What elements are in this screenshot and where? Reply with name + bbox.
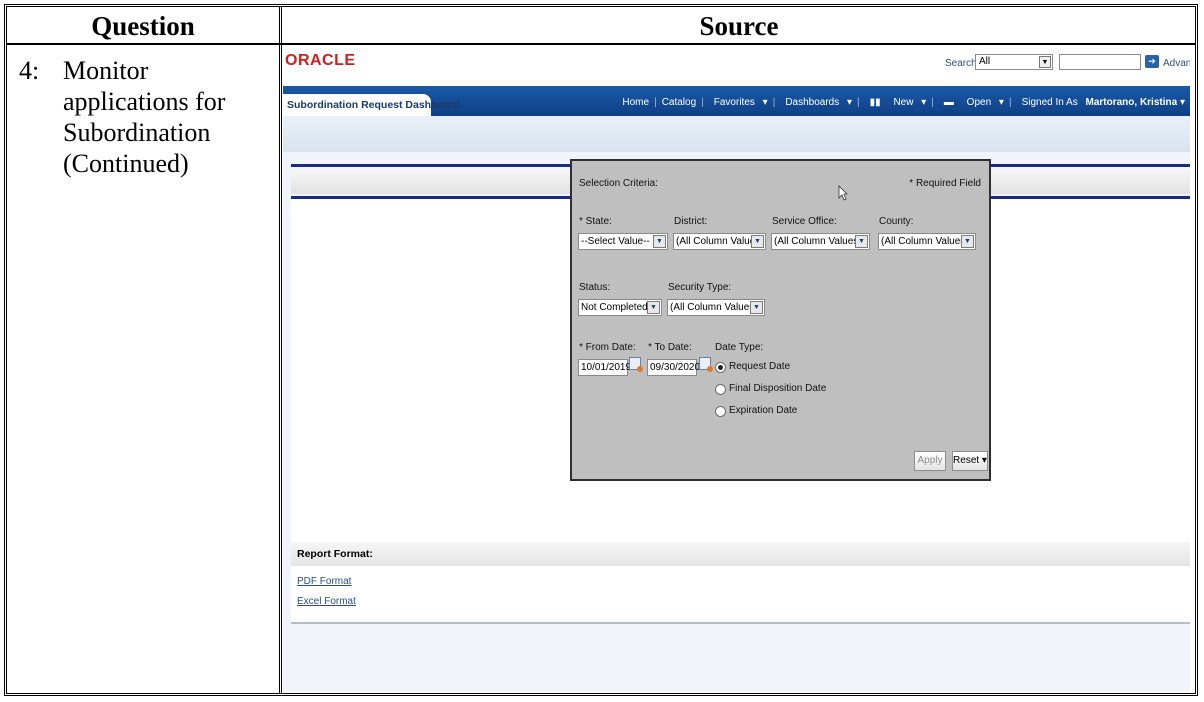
selection-criteria-heading: Selection Criteria: — [579, 178, 658, 189]
county-label: County: — [879, 216, 914, 227]
selection-criteria-panel: Selection Criteria: * Required Field * S… — [570, 159, 991, 481]
security-type-label: Security Type: — [668, 282, 732, 293]
pdf-format-link[interactable]: PDF Format — [297, 576, 351, 587]
calendar-icon[interactable] — [699, 357, 713, 372]
from-date-label: * From Date: — [579, 342, 636, 353]
service-office-value: (All Column Values) — [774, 236, 862, 247]
mouse-cursor-icon — [838, 185, 848, 201]
state-label: * State: — [579, 216, 612, 227]
chevron-down-icon: ▼ — [1039, 56, 1051, 68]
user-name[interactable]: Martorano, Kristina — [1086, 97, 1178, 108]
service-office-label: Service Office: — [772, 216, 837, 227]
to-date-input[interactable]: 09/30/2020 — [647, 359, 700, 376]
security-type-select[interactable]: (All Column Values) ▼ — [667, 299, 765, 316]
search-go-icon[interactable]: ➔ — [1145, 55, 1159, 68]
radio-expiration-date[interactable] — [715, 406, 726, 417]
nav-open[interactable]: ▬ Open ▾ — [934, 97, 1009, 108]
chevron-down-icon: ▼ — [751, 235, 764, 248]
search-input[interactable] — [1059, 54, 1141, 70]
report-format-links: PDF Format Excel Format — [291, 566, 1190, 624]
signed-in-as: Signed In As Martorano, Kristina ▾ — [1012, 97, 1190, 108]
nav-new[interactable]: ▮▮ New ▾ — [860, 97, 932, 108]
radio-final-disposition-date-label: Final Disposition Date — [729, 383, 827, 394]
oracle-screenshot: ORACLE Search All ▼ ➔ Advanc Subordinati… — [283, 48, 1190, 692]
nav-dashboards-label: Dashboards — [785, 96, 840, 108]
dashboard-tab[interactable]: Subordination Request Dashboard — [283, 94, 460, 116]
folder-icon: ▬ — [943, 96, 954, 108]
calendar-icon[interactable] — [629, 357, 643, 372]
radio-expiration-date-label: Expiration Date — [729, 405, 798, 416]
search-scope-value: All — [979, 56, 991, 67]
nav-new-label: New — [893, 96, 914, 108]
district-label: District: — [674, 216, 708, 227]
reset-button[interactable]: Reset ▾ — [952, 451, 988, 471]
district-select[interactable]: (All Column Values) ▼ — [673, 233, 766, 250]
source-column-header: Source — [699, 11, 779, 41]
column-divider — [279, 7, 282, 693]
nav-catalog[interactable]: Catalog — [657, 97, 701, 108]
report-format-header: Report Format: — [291, 542, 1190, 566]
status-value: Not Completed — [581, 302, 648, 313]
search-scope-select[interactable]: All ▼ — [975, 54, 1053, 70]
status-label: Status: — [579, 282, 611, 293]
from-date-input[interactable]: 10/01/2019 — [578, 359, 631, 376]
dashboard-page-bar — [283, 116, 1190, 152]
global-nav-bar: Subordination Request Dashboard Home | C… — [283, 86, 1190, 116]
state-select[interactable]: --Select Value-- ▼ — [578, 233, 668, 250]
security-type-value: (All Column Values) — [670, 302, 758, 313]
search-label: Search — [945, 58, 977, 69]
radio-request-date[interactable] — [715, 362, 726, 373]
service-office-select[interactable]: (All Column Values) ▼ — [771, 233, 870, 250]
chevron-down-icon: ▼ — [653, 235, 666, 248]
excel-format-link[interactable]: Excel Format — [297, 596, 356, 607]
required-field-note: * Required Field — [909, 178, 981, 189]
question-number: 4: — [19, 56, 40, 85]
question-text: Monitor applications for Subordination (… — [63, 56, 226, 178]
nav-open-label: Open — [966, 96, 992, 108]
county-value: (All Column Values) — [881, 236, 969, 247]
nav-favorites-label: Favorites — [713, 96, 755, 108]
signed-in-label: Signed In As — [1021, 96, 1078, 108]
nav-favorites[interactable]: Favorites ▾ — [704, 97, 773, 108]
reset-button-label: Reset — [953, 455, 980, 466]
status-select[interactable]: Not Completed ▼ — [578, 299, 662, 316]
global-nav-links: Home | Catalog | Favorites ▾ | Dashboard… — [617, 95, 1190, 109]
question-column-header: Question — [91, 11, 195, 41]
state-value: --Select Value-- — [581, 236, 650, 247]
chevron-down-icon: ▼ — [855, 235, 868, 248]
bar-chart-icon: ▮▮ — [869, 96, 881, 108]
chevron-down-icon: ▼ — [750, 301, 763, 314]
radio-final-disposition-date[interactable] — [715, 384, 726, 395]
chevron-down-icon: ▼ — [961, 235, 974, 248]
radio-request-date-label: Request Date — [729, 361, 791, 372]
chevron-down-icon: ▼ — [647, 301, 660, 314]
apply-button[interactable]: Apply — [914, 451, 946, 471]
date-type-label: Date Type: — [715, 342, 764, 353]
nav-home[interactable]: Home — [617, 97, 654, 108]
top-bar: ORACLE Search All ▼ ➔ Advanc — [283, 48, 1190, 86]
county-select[interactable]: (All Column Values) ▼ — [878, 233, 976, 250]
advanced-search-link[interactable]: Advanc — [1163, 58, 1190, 69]
nav-dashboards[interactable]: Dashboards ▾ — [775, 97, 857, 108]
oracle-logo: ORACLE — [285, 52, 356, 69]
to-date-label: * To Date: — [648, 342, 692, 353]
